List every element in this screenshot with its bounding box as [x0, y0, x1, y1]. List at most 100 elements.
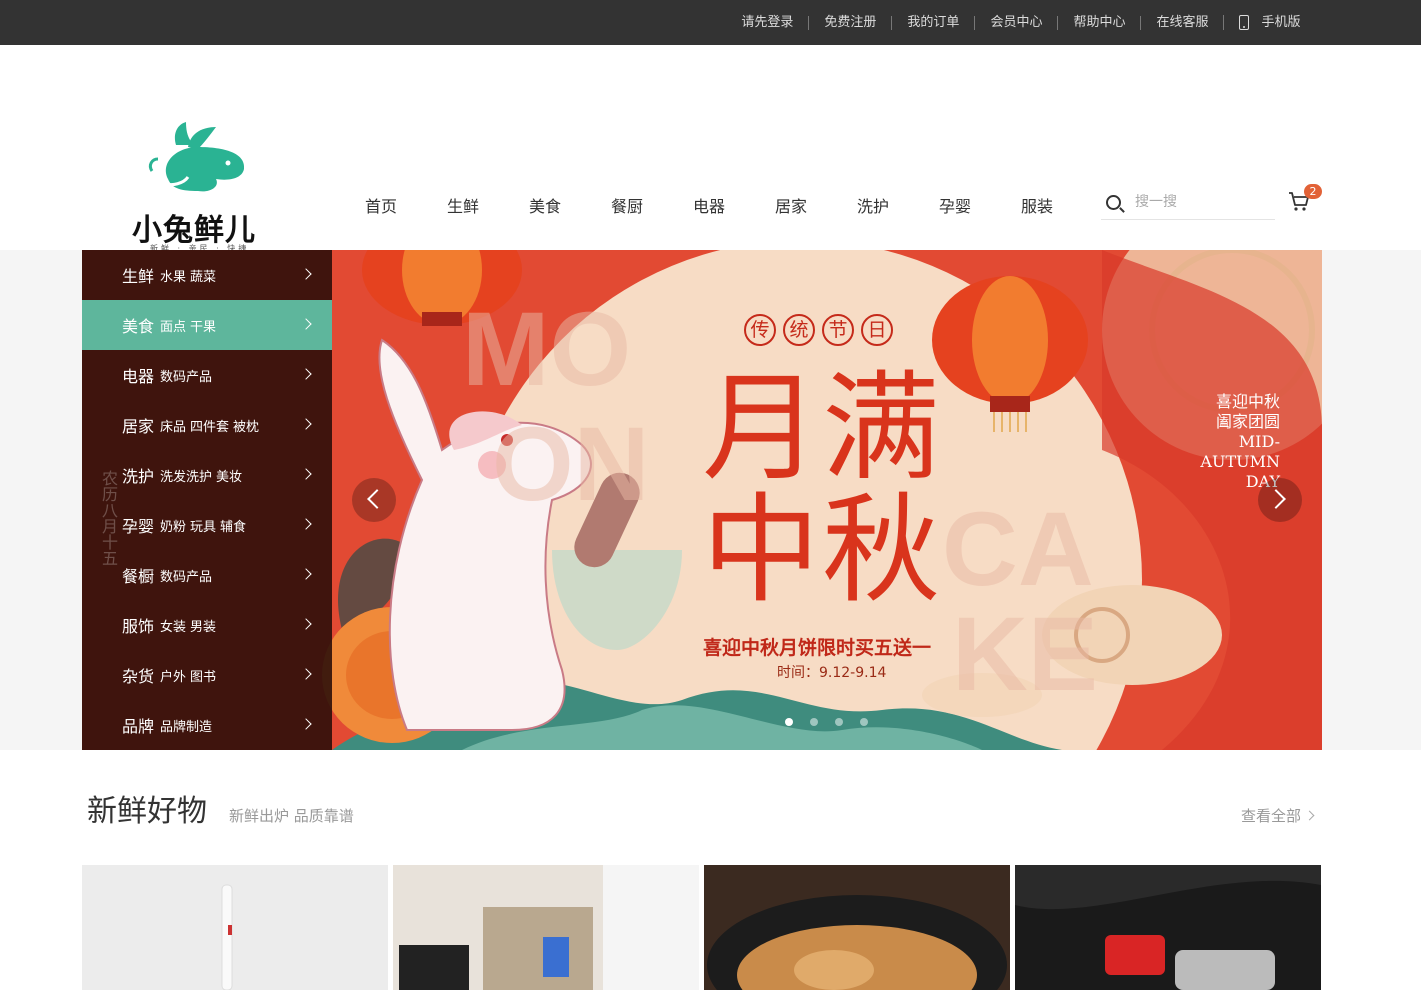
nav-item-3[interactable]: 餐厨 [586, 193, 668, 217]
chevron-right-icon [300, 568, 312, 580]
banner-tag-char: 传 [744, 314, 776, 346]
nav-item-8[interactable]: 服装 [996, 193, 1078, 217]
category-sub-link[interactable]: 女装 [160, 616, 186, 635]
carousel-prev-button[interactable] [352, 478, 396, 522]
banner-tag: 传统节日 [744, 314, 900, 346]
svg-text:CA: CA [942, 491, 1094, 608]
category-main-label: 餐橱 [122, 567, 155, 586]
category-sub-link[interactable]: 美妆 [216, 466, 242, 485]
top-link-3[interactable]: 会员中心 [974, 15, 1057, 30]
fried-rice-product-image [704, 865, 1010, 990]
nav-item-2[interactable]: 美食 [504, 193, 586, 217]
chevron-right-icon [300, 268, 312, 280]
category-sub-link[interactable]: 干果 [190, 316, 216, 335]
goods-item[interactable] [82, 865, 388, 990]
category-item[interactable]: 服饰 女装 男装 [82, 600, 332, 650]
svg-text:KE: KE [952, 596, 1098, 713]
category-item[interactable]: 居家 床品 四件套 被枕 [82, 400, 332, 450]
top-link-1[interactable]: 免费注册 [808, 15, 891, 30]
carousel-dot[interactable] [810, 718, 818, 726]
search-input[interactable] [1135, 194, 1255, 210]
phone-icon [1239, 15, 1250, 30]
svg-text:MO: MO [462, 291, 631, 408]
chevron-right-icon [300, 468, 312, 480]
goods-item[interactable] [1015, 865, 1321, 990]
category-sub-link[interactable]: 水果 [160, 266, 186, 285]
chevron-right-icon [300, 518, 312, 530]
carousel-dot[interactable] [785, 718, 793, 726]
top-link-4[interactable]: 帮助中心 [1057, 15, 1140, 30]
category-sub-link[interactable]: 洗发洗护 [160, 466, 212, 485]
chevron-right-icon [1304, 810, 1315, 821]
banner-title-line2: 中秋 [702, 481, 943, 619]
category-main-label: 电器 [122, 367, 155, 386]
main-nav: 首页 生鲜 美食 餐厨 电器 居家 洗护 孕婴 服装 [340, 193, 1078, 217]
category-sub-link[interactable]: 面点 [160, 316, 186, 335]
goods-item[interactable] [393, 865, 699, 990]
category-item[interactable]: 品牌 品牌制造 [82, 700, 332, 750]
nav-item-4[interactable]: 电器 [668, 193, 750, 217]
section-header: 新鲜好物 新鲜出炉 品质靠谱 [87, 786, 354, 830]
top-link-0[interactable]: 请先登录 [726, 15, 808, 30]
category-sub-link[interactable]: 辅食 [220, 516, 246, 535]
category-sub-link[interactable]: 数码产品 [160, 366, 212, 385]
banner-tag-char: 节 [822, 314, 854, 346]
carousel-next-button[interactable] [1258, 478, 1302, 522]
banner-tag-char: 日 [861, 314, 893, 346]
search-icon[interactable] [1106, 194, 1121, 210]
top-links: 请先登录 免费注册 我的订单 会员中心 帮助中心 在线客服 手机版 [91, 0, 1331, 45]
section-title: 新鲜好物 [87, 794, 207, 829]
category-sub-link[interactable]: 户外 [160, 666, 186, 685]
banner-right-text: 喜迎中秋 阖家团圆 MID-AUTUMN DAY [1200, 392, 1280, 491]
top-link-5[interactable]: 在线客服 [1140, 15, 1223, 30]
category-sub-link[interactable]: 图书 [190, 666, 216, 685]
carousel-dot[interactable] [835, 718, 843, 726]
site-header: 小兔鲜儿 新鲜 · 亲民 · 快捷 首页生鲜美食餐厨电器居家洗护孕婴服装 2 [0, 45, 1421, 253]
goods-item[interactable] [704, 865, 1010, 990]
category-sub-link[interactable]: 四件套 [190, 416, 229, 435]
nav-item-0[interactable]: 首页 [340, 193, 422, 217]
carousel-dot[interactable] [860, 718, 868, 726]
chevron-right-icon [300, 318, 312, 330]
nav-item-6[interactable]: 洗护 [832, 193, 914, 217]
view-all-label: 查看全部 [1241, 807, 1302, 825]
view-all-link[interactable]: 查看全部 [1241, 805, 1315, 826]
nav-item-7[interactable]: 孕婴 [914, 193, 996, 217]
category-main-label: 品牌 [122, 717, 155, 736]
nav-item-1[interactable]: 生鲜 [422, 193, 504, 217]
category-main-label: 服饰 [122, 617, 155, 636]
watch-product-image [1015, 865, 1321, 990]
top-link-2[interactable]: 我的订单 [891, 15, 974, 30]
category-sub-link[interactable]: 床品 [160, 416, 186, 435]
banner-title-line1: 月满 [702, 359, 943, 497]
fridge-product-image [393, 865, 699, 990]
category-main-label: 居家 [122, 417, 155, 436]
category-sub-link[interactable]: 蔬菜 [190, 266, 216, 285]
vacuum-product-image [82, 865, 388, 990]
category-item[interactable]: 电器 数码产品 [82, 350, 332, 400]
top-link-mobile[interactable]: 手机版 [1223, 15, 1315, 30]
nav-item-5[interactable]: 居家 [750, 193, 832, 217]
category-item[interactable]: 生鲜 水果 蔬菜 [82, 250, 332, 300]
banner-vertical-text: 农历八月十五 [99, 470, 118, 566]
category-item[interactable]: 杂货 户外 图书 [82, 650, 332, 700]
category-sub-link[interactable]: 数码产品 [160, 566, 212, 585]
category-main-label: 生鲜 [122, 267, 155, 286]
carousel-indicators [785, 718, 885, 726]
category-sub-link[interactable]: 玩具 [190, 516, 216, 535]
banner-time: 时间：9.12-9.14 [777, 665, 887, 681]
category-sub-link[interactable]: 品牌制造 [160, 716, 212, 735]
category-sub-link[interactable]: 奶粉 [160, 516, 186, 535]
category-sub-link[interactable]: 男装 [190, 616, 216, 635]
top-bar: 请先登录 免费注册 我的订单 会员中心 帮助中心 在线客服 手机版 [0, 0, 1421, 45]
banner-tag-char: 统 [783, 314, 815, 346]
chevron-right-icon [300, 718, 312, 730]
chevron-right-icon [300, 618, 312, 630]
banner-promo: 喜迎中秋月饼限时买五送一 [703, 637, 932, 659]
category-sub-link[interactable]: 被枕 [233, 416, 259, 435]
chevron-right-icon [300, 668, 312, 680]
category-main-label: 孕婴 [122, 517, 155, 536]
category-item[interactable]: 美食 面点 干果 [82, 300, 332, 350]
svg-text:ON: ON [492, 406, 650, 523]
section-subtitle: 新鲜出炉 品质靠谱 [229, 807, 354, 825]
